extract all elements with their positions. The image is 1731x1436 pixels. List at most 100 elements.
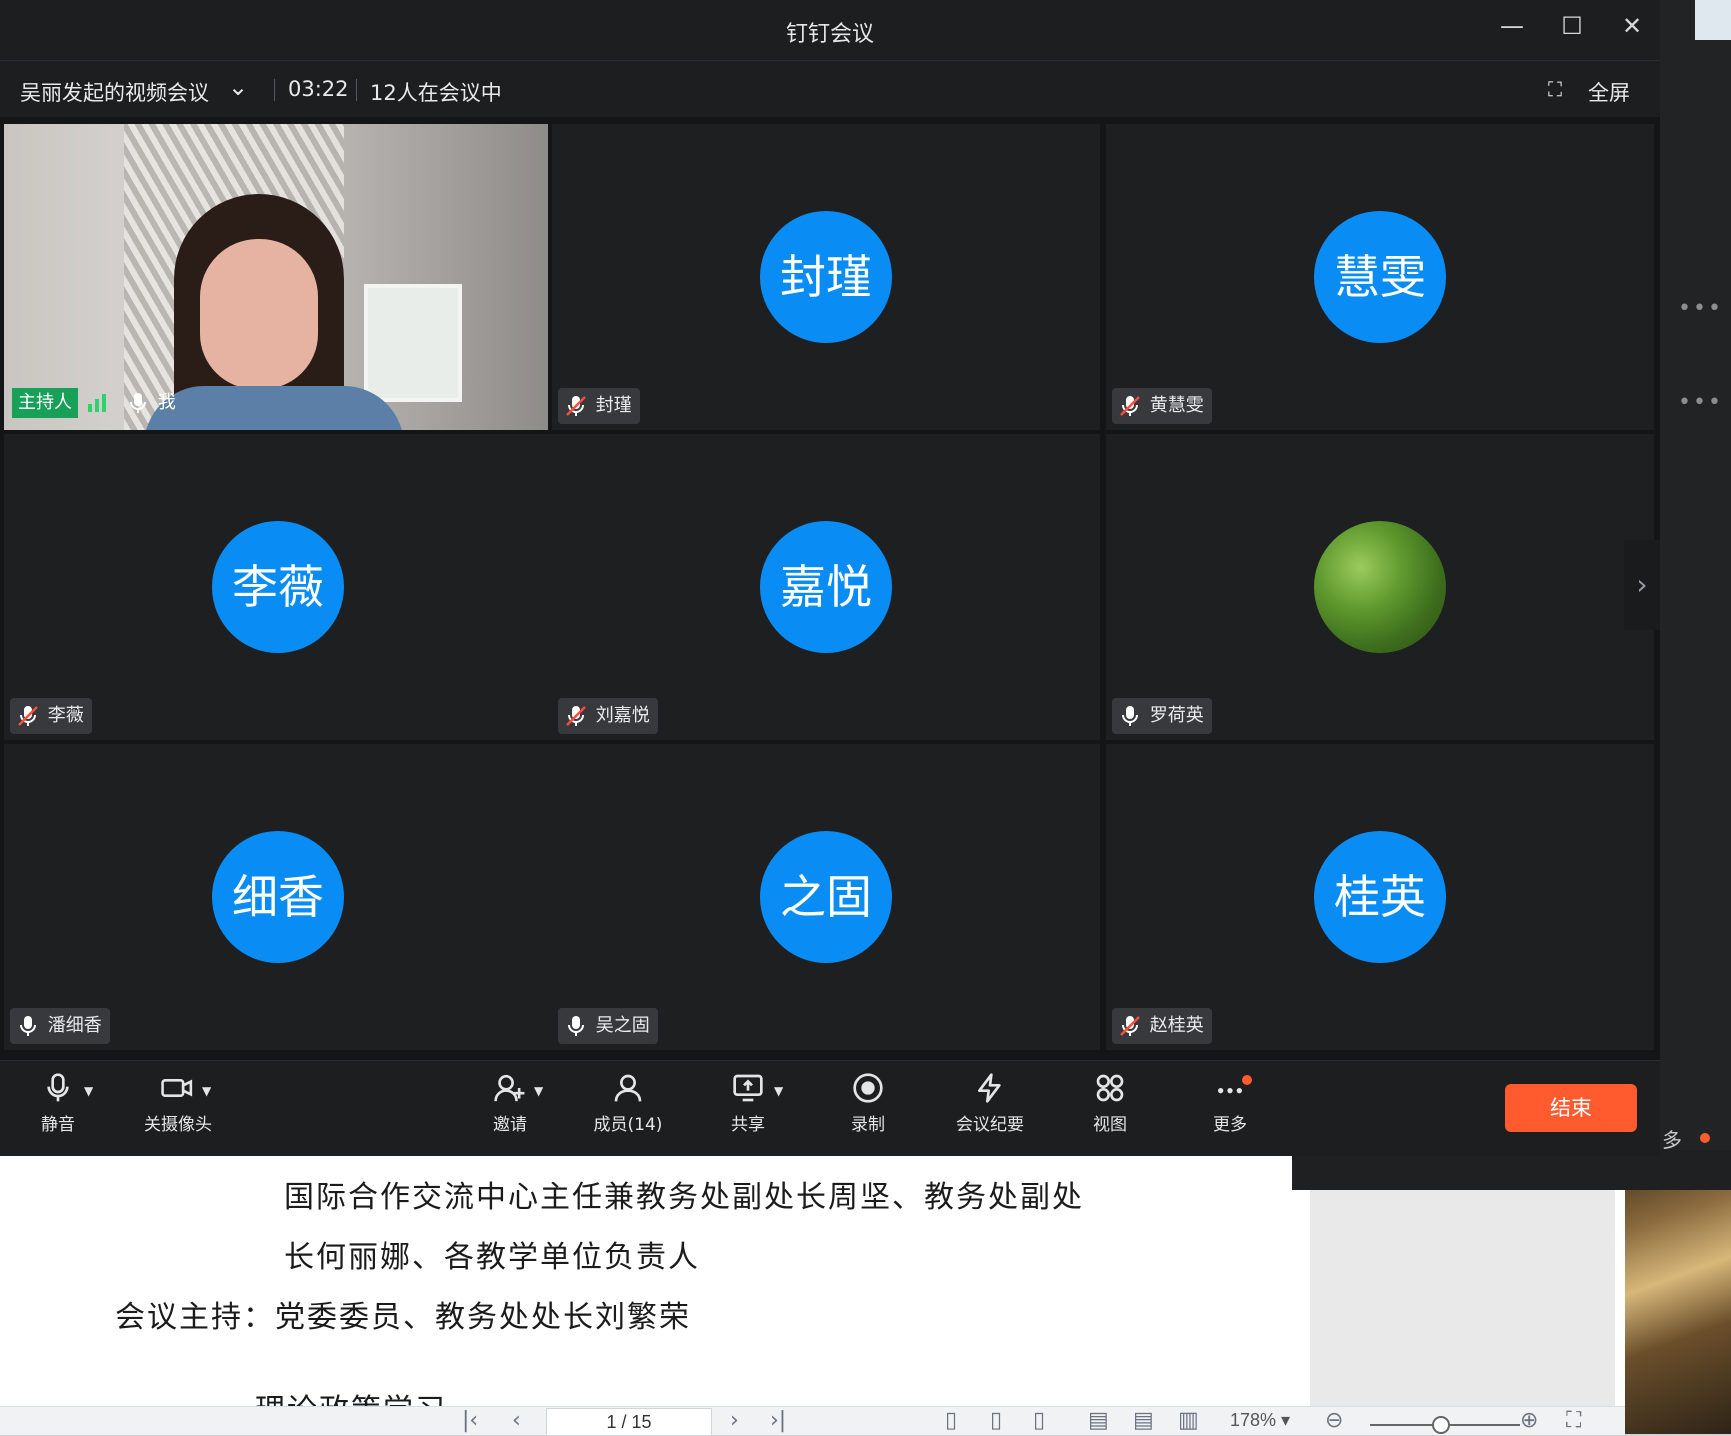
side-more-icon[interactable]: ••• (1678, 296, 1723, 321)
avatar: 封瑾 (760, 211, 892, 343)
fullscreen-doc-icon[interactable]: ⛶ (1566, 1408, 1581, 1433)
participant-name: 封瑾 (595, 395, 632, 416)
meeting-info-bar: 吴丽发起的视频会议 ⌄ 03:22 12人在会议中 ⛶ 全屏 (0, 60, 1660, 117)
participant-name: 黄慧雯 (1149, 395, 1204, 416)
participant-tile[interactable]: 嘉悦 刘嘉悦 (552, 434, 1100, 740)
actual-size-icon[interactable]: ▯ (1033, 1408, 1045, 1433)
host-video[interactable] (4, 124, 548, 430)
participant-name-tag: 刘嘉悦 (558, 698, 658, 734)
chevron-down-icon[interactable]: ⌄ (228, 73, 248, 101)
share-label: 共享 (731, 1115, 765, 1135)
caret-down-icon[interactable]: ▼ (202, 1084, 211, 1098)
zoom-in-icon[interactable]: ⊕ (1520, 1408, 1538, 1433)
microphone-icon (1122, 706, 1138, 726)
app-title: 钉钉会议 (785, 22, 874, 47)
first-page-icon[interactable]: |‹ (462, 1408, 478, 1433)
minutes-label: 会议纪要 (956, 1115, 1024, 1135)
participant-name: 赵桂英 (1149, 1015, 1204, 1036)
participant-name: 吴之固 (595, 1015, 650, 1036)
participant-tile[interactable]: 李薇 李薇 (4, 434, 552, 740)
last-page-icon[interactable]: ›| (770, 1408, 786, 1433)
maximize-button[interactable]: ☐ (1552, 12, 1592, 40)
participant-name: 刘嘉悦 (595, 705, 650, 726)
avatar: 嘉悦 (760, 521, 892, 653)
next-page-chevron-icon[interactable]: › (1624, 540, 1660, 630)
title-bar: 钉钉会议 — ☐ ✕ (0, 0, 1660, 60)
background-window (364, 284, 462, 402)
avatar: 李薇 (212, 521, 344, 653)
invite-button[interactable]: 邀请 ▼ (482, 1072, 543, 1135)
microphone-icon (47, 1073, 69, 1102)
caret-down-icon[interactable]: ▼ (774, 1084, 783, 1098)
fit-width-icon[interactable]: ▯ (990, 1408, 1002, 1433)
lightning-icon (978, 1073, 1001, 1103)
zoom-slider-knob[interactable] (1432, 1416, 1450, 1434)
microphone-icon (20, 1016, 36, 1036)
microphone-icon (568, 1016, 584, 1036)
end-meeting-button[interactable]: 结束 (1505, 1084, 1637, 1132)
members-label: 成员(14) (593, 1115, 663, 1135)
microphone-muted-icon (566, 706, 586, 726)
more-label: 更多 (1213, 1115, 1247, 1135)
prev-page-icon[interactable]: ‹ (512, 1408, 521, 1433)
participant-tile[interactable]: 之固 吴之固 (552, 744, 1100, 1050)
fullscreen-button[interactable]: 全屏 (1588, 77, 1630, 107)
fullscreen-icon[interactable]: ⛶ (1548, 77, 1562, 101)
share-button[interactable]: 共享 ▼ (720, 1072, 783, 1135)
meeting-window: 钉钉会议 — ☐ ✕ 吴丽发起的视频会议 ⌄ 03:22 12人在会议中 ⛶ 全… (0, 0, 1660, 1156)
host-name-tag: 我 (126, 388, 176, 418)
fit-page-icon[interactable]: ▯ (945, 1408, 957, 1433)
zoom-select[interactable]: 178% ▾ (1230, 1410, 1290, 1431)
caret-down-icon[interactable]: ▼ (534, 1084, 543, 1098)
participant-tile[interactable]: 封瑾 封瑾 (552, 124, 1100, 430)
background-photo (1625, 1150, 1731, 1434)
add-user-icon (494, 1074, 525, 1102)
record-button[interactable]: 录制 (840, 1072, 896, 1135)
view-button[interactable]: 视图 (1082, 1072, 1138, 1135)
participant-tile[interactable]: 桂英 赵桂英 (1106, 744, 1654, 1050)
close-button[interactable]: ✕ (1612, 12, 1652, 40)
avatar: 慧雯 (1314, 211, 1446, 343)
caret-down-icon[interactable]: ▼ (84, 1084, 93, 1098)
view-label: 视图 (1093, 1115, 1127, 1135)
page-indicator[interactable]: 1 / 15 (546, 1408, 712, 1436)
share-screen-icon (733, 1074, 763, 1102)
members-button[interactable]: 成员(14) (588, 1072, 668, 1135)
meeting-toolbar (0, 1060, 1660, 1156)
avatar-photo (1314, 521, 1446, 653)
avatar: 之固 (760, 831, 892, 963)
side-app-panel (1660, 0, 1731, 1190)
participant-name: 潘细香 (47, 1015, 102, 1036)
doc-line-1: 国际合作交流中心主任兼教务处副处长周坚、教务处副处 (284, 1180, 1084, 1215)
participant-tile[interactable]: 慧雯 黄慧雯 (1106, 124, 1654, 430)
minimize-button[interactable]: — (1492, 12, 1532, 40)
camera-off-label: 关摄像头 (144, 1115, 212, 1135)
microphone-muted-icon (18, 706, 38, 726)
participant-name: 李薇 (47, 705, 84, 726)
participant-tile[interactable]: 细香 潘细香 (4, 744, 552, 1050)
continuous-icon[interactable]: ▤ (1133, 1408, 1154, 1433)
single-page-icon[interactable]: ▤ (1088, 1408, 1109, 1433)
participant-tile[interactable]: 罗荷英 (1106, 434, 1654, 740)
camera-off-button[interactable]: 关摄像头 ▼ (138, 1072, 218, 1135)
side-more-label: 多 (1662, 1128, 1682, 1152)
camera-icon (161, 1079, 193, 1097)
host-body (144, 386, 404, 430)
host-role-badge: 主持人 (12, 388, 78, 418)
participant-count[interactable]: 12人在会议中 (370, 77, 502, 107)
meeting-name[interactable]: 吴丽发起的视频会议 (20, 77, 209, 107)
side-app-header (1695, 0, 1731, 40)
next-page-icon[interactable]: › (730, 1408, 739, 1433)
divider (274, 79, 275, 101)
pdf-toolbar (0, 1406, 1625, 1435)
two-page-icon[interactable]: ▥ (1178, 1408, 1199, 1433)
mute-button[interactable]: 静音 ▼ (30, 1072, 93, 1135)
doc-line-3: 会议主持：党委委员、教务处处长刘繁荣 (115, 1300, 691, 1335)
notification-dot (1242, 1075, 1252, 1085)
side-more-icon-2[interactable]: ••• (1678, 390, 1723, 415)
zoom-out-icon[interactable]: ⊖ (1325, 1408, 1343, 1433)
microphone-icon (130, 393, 146, 413)
signal-strength-icon (86, 392, 110, 416)
participant-name-tag: 赵桂英 (1112, 1008, 1212, 1044)
minutes-button[interactable]: 会议纪要 (950, 1072, 1030, 1135)
